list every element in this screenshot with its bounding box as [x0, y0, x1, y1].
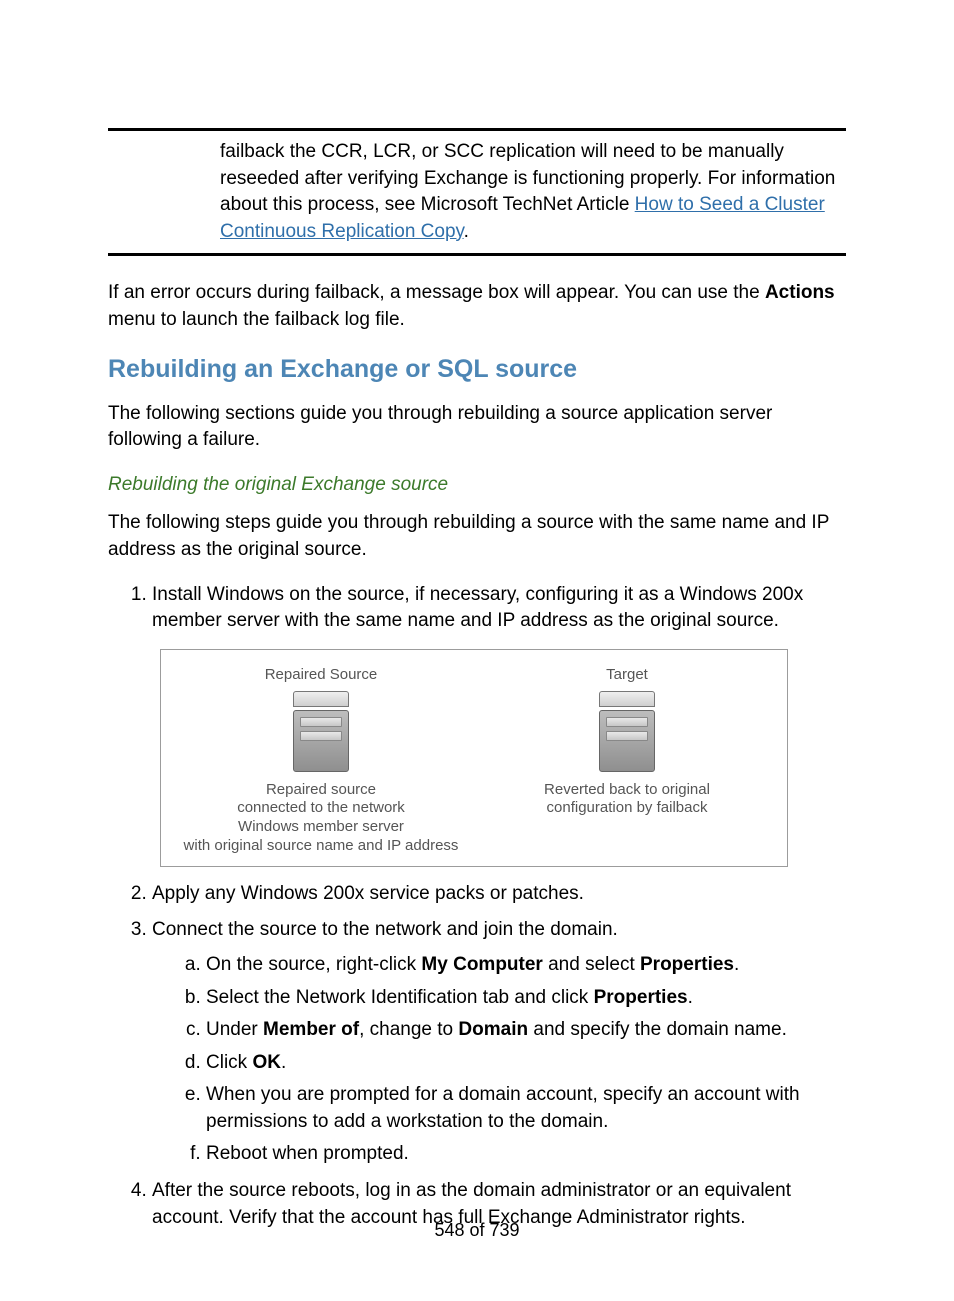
- page-number: 548 of 739: [0, 1218, 954, 1243]
- subsection-intro: The following steps guide you through re…: [108, 510, 846, 563]
- left-caption-2: Windows member server with original sour…: [184, 818, 459, 856]
- step-3-text: Connect the source to the network and jo…: [152, 919, 618, 940]
- step-3b: Select the Network Identification tab an…: [206, 985, 846, 1012]
- step-1: Install Windows on the source, if necess…: [152, 582, 846, 867]
- actions-bold: Actions: [765, 282, 835, 303]
- s3c-b2: Domain: [458, 1019, 528, 1040]
- s3c-t3: and specify the domain name.: [528, 1019, 787, 1040]
- s3d-t2: .: [281, 1052, 286, 1073]
- note-callout: failback the CCR, LCR, or SCC replicatio…: [108, 128, 846, 256]
- step-3e: When you are prompted for a domain accou…: [206, 1082, 846, 1135]
- diagram-left-column: Repaired Source Repaired source connecte…: [173, 664, 469, 858]
- step-3c: Under Member of, change to Domain and sp…: [206, 1017, 846, 1044]
- left-caption-1: Repaired source connected to the network: [237, 781, 405, 819]
- step-3f: Reboot when prompted.: [206, 1141, 846, 1168]
- s3c-t1: Under: [206, 1019, 263, 1040]
- s3c-b1: Member of: [263, 1019, 359, 1040]
- s3a-t3: .: [734, 954, 739, 975]
- s3b-b1: Properties: [594, 987, 688, 1008]
- server-icon: [599, 691, 655, 773]
- step-3d: Click OK.: [206, 1050, 846, 1077]
- target-label: Target: [606, 664, 648, 685]
- repaired-source-label: Repaired Source: [265, 664, 378, 685]
- s3a-t2: and select: [543, 954, 640, 975]
- s3d-t1: Click: [206, 1052, 252, 1073]
- error-text-1: If an error occurs during failback, a me…: [108, 282, 765, 303]
- error-text-2: menu to launch the failback log file.: [108, 309, 405, 330]
- step-3a: On the source, right-click My Computer a…: [206, 952, 846, 979]
- right-caption: Reverted back to original configuration …: [544, 781, 710, 819]
- note-text-suffix: .: [464, 221, 469, 242]
- step-3-substeps: On the source, right-click My Computer a…: [152, 952, 846, 1168]
- section-intro: The following sections guide you through…: [108, 401, 846, 454]
- document-page: failback the CCR, LCR, or SCC replicatio…: [0, 0, 954, 1301]
- step-2: Apply any Windows 200x service packs or …: [152, 881, 846, 908]
- s3a-t1: On the source, right-click: [206, 954, 421, 975]
- topology-diagram: Repaired Source Repaired source connecte…: [160, 649, 788, 867]
- error-paragraph: If an error occurs during failback, a me…: [108, 280, 846, 333]
- step-1-text: Install Windows on the source, if necess…: [152, 584, 803, 632]
- s3d-b1: OK: [252, 1052, 281, 1073]
- s3b-t1: Select the Network Identification tab an…: [206, 987, 594, 1008]
- s3b-t2: .: [688, 987, 693, 1008]
- subsection-heading: Rebuilding the original Exchange source: [108, 472, 846, 499]
- section-heading: Rebuilding an Exchange or SQL source: [108, 352, 846, 387]
- steps-list: Install Windows on the source, if necess…: [108, 582, 846, 1232]
- s3a-b2: Properties: [640, 954, 734, 975]
- step-3: Connect the source to the network and jo…: [152, 917, 846, 1168]
- s3c-t2: , change to: [359, 1019, 458, 1040]
- s3a-b1: My Computer: [421, 954, 542, 975]
- server-icon: [293, 691, 349, 773]
- diagram-right-column: Target Reverted back to original configu…: [479, 664, 775, 858]
